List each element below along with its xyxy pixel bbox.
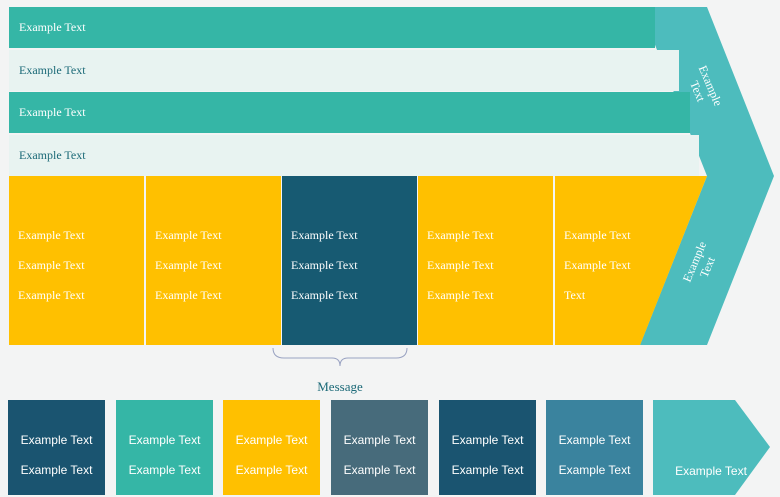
column-3: Example Text Example Text Example Text [282, 176, 417, 345]
column-1-line-2: Example Text [18, 258, 85, 272]
column-3-line-2: Example Text [291, 258, 358, 272]
box-6-line-1: Example Text [558, 433, 631, 447]
box-1-line-2: Example Text [20, 463, 93, 477]
column-1-line-3: Example Text [18, 288, 85, 302]
column-5-line-1: Example Text [564, 228, 631, 242]
column-4-line-1: Example Text [427, 228, 494, 242]
box-4-line-2: Example Text [343, 463, 416, 477]
column-3-line-3: Example Text [291, 288, 358, 302]
column-1: Example Text Example Text Example Text [9, 176, 144, 345]
box-1-line-1: Example Text [20, 433, 93, 447]
box-1: Example Text Example Text [8, 400, 105, 495]
box-6-line-2: Example Text [558, 463, 631, 477]
box-4: Example Text Example Text [331, 400, 428, 495]
box-5-line-2: Example Text [451, 463, 524, 477]
box-3-line-1: Example Text [235, 433, 308, 447]
final-arrow: Example Text [653, 400, 770, 495]
brace [272, 347, 408, 367]
column-1-line-1: Example Text [18, 228, 85, 242]
row-1: Example Text [9, 7, 655, 48]
box-3: Example Text Example Text [223, 400, 320, 495]
column-4: Example Text Example Text Example Text [418, 176, 553, 345]
box-2-line-1: Example Text [128, 433, 201, 447]
row-4: Example Text [9, 135, 699, 176]
column-3-line-1: Example Text [291, 228, 358, 242]
column-2-line-1: Example Text [155, 228, 222, 242]
column-4-line-3: Example Text [427, 288, 494, 302]
box-6: Example Text Example Text [546, 400, 643, 495]
row-3: Example Text [9, 92, 690, 133]
column-5-line-2: Example Text [564, 258, 631, 272]
column-5-line-3: Text [564, 288, 586, 302]
box-5: Example Text Example Text [439, 400, 536, 495]
row-1-label: Example Text [19, 20, 86, 34]
final-arrow-shape [653, 400, 770, 495]
column-4-line-2: Example Text [427, 258, 494, 272]
column-2: Example Text Example Text Example Text [146, 176, 281, 345]
message-label: Message [317, 379, 363, 394]
column-2-line-2: Example Text [155, 258, 222, 272]
box-2-line-2: Example Text [128, 463, 201, 477]
row-2-label: Example Text [19, 63, 86, 77]
box-5-line-1: Example Text [451, 433, 524, 447]
row-4-label: Example Text [19, 148, 86, 162]
row-2: Example Text [9, 50, 679, 91]
column-2-line-3: Example Text [155, 288, 222, 302]
final-arrow-label: Example Text [675, 464, 747, 478]
box-3-line-2: Example Text [235, 463, 308, 477]
row-3-label: Example Text [19, 105, 86, 119]
box-2: Example Text Example Text [116, 400, 213, 495]
box-4-line-1: Example Text [343, 433, 416, 447]
